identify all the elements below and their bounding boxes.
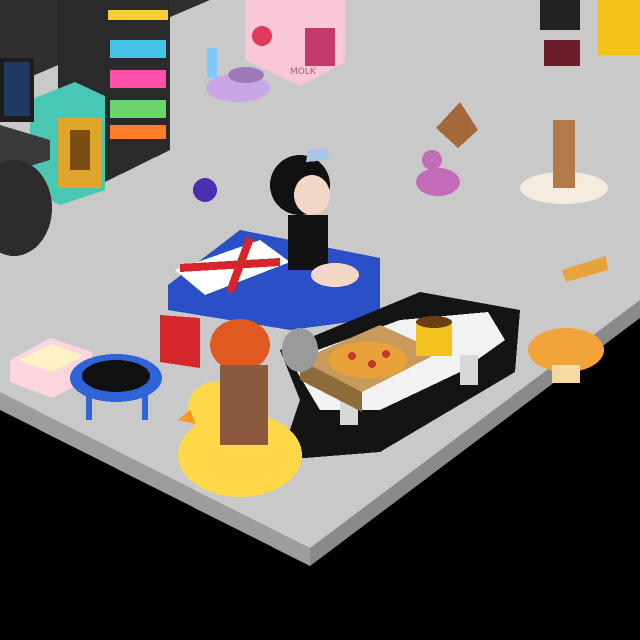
pizza-icon bbox=[328, 342, 408, 378]
pet-bunny[interactable] bbox=[282, 328, 318, 372]
pet-ball[interactable] bbox=[193, 178, 217, 202]
yellow-mug[interactable] bbox=[416, 316, 452, 356]
strawberry-icon bbox=[252, 26, 272, 46]
tiara-icon bbox=[306, 148, 330, 162]
game-room-scene[interactable]: MOLK bbox=[0, 0, 640, 640]
carrier-label: MOLK bbox=[290, 67, 317, 77]
room-canvas: MOLK bbox=[0, 0, 640, 640]
